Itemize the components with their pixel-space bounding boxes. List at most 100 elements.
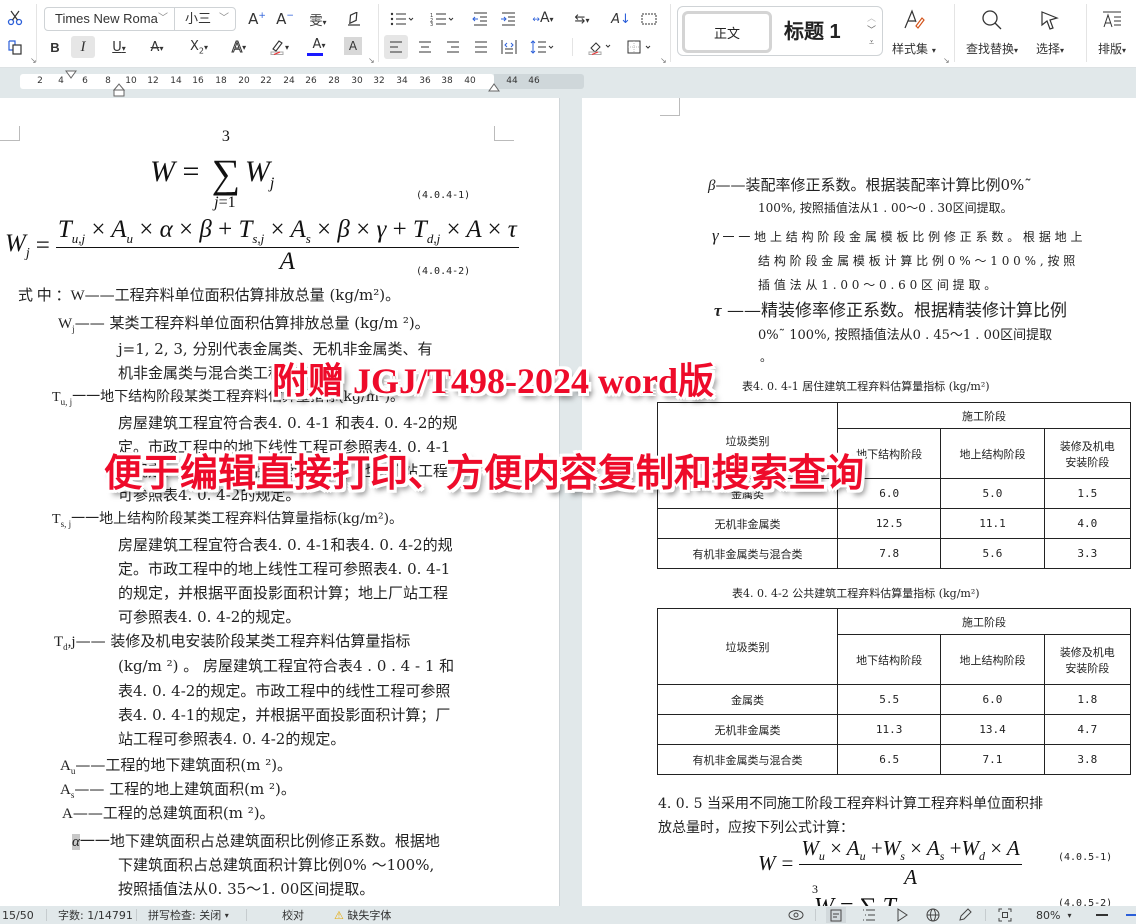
styles-launcher-icon[interactable]: ↘: [943, 56, 950, 65]
page-view-button[interactable]: [826, 907, 846, 923]
font-color-button[interactable]: A▾: [304, 36, 334, 58]
first-line-indent-marker-icon[interactable]: [65, 70, 77, 79]
paragraph-launcher-icon[interactable]: ↘: [660, 56, 667, 65]
style-gallery-scroll[interactable]: ︿ ﹀ ⩡: [867, 13, 876, 49]
layout-button[interactable]: 排版▾: [1098, 6, 1126, 57]
ruler-tick-label: 24: [283, 76, 295, 86]
select-button[interactable]: 选择▾: [1036, 6, 1064, 57]
table-row: 金属类 5.5 6.0 1.8: [657, 684, 1132, 715]
zoom-out-button[interactable]: [1096, 907, 1108, 923]
chevron-down-icon: ▾: [224, 910, 229, 920]
style-brush-icon: [904, 9, 925, 29]
align-left-button[interactable]: [384, 35, 408, 59]
numbered-list-icon: 123: [430, 13, 454, 26]
variable-symbol: α: [72, 834, 80, 850]
phonetic-guide-button[interactable]: 雯▾: [302, 8, 334, 30]
spell-check-toggle[interactable]: 拼写检查: 关闭 ▾: [148, 907, 229, 923]
clear-format-button[interactable]: [342, 8, 366, 30]
ruler-tick-label: 14: [170, 76, 182, 86]
text-effect-button[interactable]: A ▾: [224, 36, 254, 58]
numbered-list-button[interactable]: 123: [428, 8, 458, 30]
style-set-button[interactable]: 样式集 ▾: [892, 6, 936, 57]
paint-bucket-icon: [588, 42, 611, 55]
annotate-button[interactable]: [958, 907, 972, 923]
decrease-indent-button[interactable]: [470, 8, 490, 30]
definition-continuation: 下建筑面积占总建筑面积计算比例0% ～100%,: [118, 854, 434, 875]
variable-symbol: Wj: [58, 316, 75, 334]
value-cell: 7.1: [940, 744, 1045, 775]
grow-font-button[interactable]: A+: [246, 8, 268, 30]
rtl-button[interactable]: ⇆▾: [568, 8, 596, 30]
equation-number: (4.0.4-2): [416, 266, 471, 277]
definition-item: Wj—— 某类工程弃料单位面积估算排放总量 (kg/m ²)。: [58, 312, 430, 334]
shading-button[interactable]: [584, 36, 616, 58]
justify-button[interactable]: [470, 36, 492, 58]
subscript-button[interactable]: X2▾: [184, 36, 214, 58]
ruler-tick-label: 32: [373, 76, 385, 86]
italic-button[interactable]: I: [71, 36, 95, 58]
ruler-tick-label: 6: [82, 76, 88, 86]
tau-definition-cont: 0%˜ 100%, 按照插值法从0 . 45～1 . 00区间提取: [758, 328, 1053, 343]
eye-icon: [788, 910, 804, 920]
underline-button[interactable]: U▾: [104, 36, 134, 58]
zoom-slider[interactable]: [1126, 907, 1136, 923]
document-page-right[interactable]: β——装配率修正系数。根据装配率计算比例0%˜ 100%, 按照插值法从1 . …: [582, 98, 1136, 906]
ruler-tick-label: 22: [260, 76, 272, 86]
align-center-button[interactable]: [414, 36, 436, 58]
ruler-tick-label: 38: [441, 76, 453, 86]
value-cell: 1.8: [1043, 684, 1132, 715]
fit-page-button[interactable]: [998, 907, 1012, 923]
document-page-left[interactable]: W = ∑ 3 j=1 Wj (4.0.4-1) Wj = Tu,j × Au …: [0, 98, 560, 906]
status-bar: 15/50 字数: 1/14791 拼写检查: 关闭 ▾ 校对 ⚠ 缺失字体 8…: [0, 906, 1136, 924]
line-spacing-button[interactable]: [528, 36, 558, 58]
shrink-font-button[interactable]: A−: [274, 8, 296, 30]
definition-continuation: 表4. 0. 4-1的规定，并根据平面投影面积计算；厂: [118, 704, 450, 725]
font-name-dropdown[interactable]: Times New Roma ﹀: [45, 8, 175, 30]
borders-button[interactable]: [624, 36, 656, 58]
outline-view-button[interactable]: [862, 907, 876, 923]
chevron-down-icon: ﹀: [866, 26, 876, 36]
horizontal-ruler[interactable]: 2 4 6 8 10 12 14 16 18 20 22 24 26 28 30 32 34 36 38 40 44 46: [0, 69, 1136, 97]
data-table-4-0-4-2: 垃圾类别 施工阶段 地下结构阶段 地上结构阶段 装修及机电 安装阶段 金属类 5.5 6.0 1.…: [657, 608, 1132, 775]
font-size-dropdown[interactable]: 小三 ﹀: [175, 8, 235, 30]
bold-button[interactable]: B: [44, 36, 66, 58]
right-indent-marker-icon[interactable]: [488, 83, 500, 92]
bullet-list-button[interactable]: [388, 8, 418, 30]
gamma-definition: γ 一 一 地 上 结 构 阶 段 金 属 模 板 比 例 修 正 系 数 。 …: [712, 226, 1083, 245]
align-right-button[interactable]: [442, 36, 464, 58]
reading-mode-button[interactable]: [788, 907, 804, 923]
align-left-icon: [390, 41, 402, 53]
text-direction-button[interactable]: ↔A▾: [528, 7, 558, 29]
word-count[interactable]: 字数: 1/14791: [58, 907, 133, 923]
beta-definition-cont: 100%, 按照插值法从1 . 00～0 . 30区间提取。: [758, 201, 1013, 215]
sort-button[interactable]: A↓: [610, 8, 632, 30]
char-shading-button[interactable]: A: [344, 37, 362, 55]
column-header: 地上结构阶段: [940, 634, 1045, 685]
play-button[interactable]: [896, 907, 908, 923]
zoom-level-dropdown[interactable]: 80% ▾: [1036, 907, 1071, 923]
definition-continuation: 表4. 0. 4-2的规定。市政工程中的线性工程可参照: [118, 680, 450, 701]
definition-text: ——工程的总建筑面积(m ²)。: [72, 804, 275, 822]
value-cell: 5.0: [940, 478, 1045, 509]
page-indicator[interactable]: 15/50: [2, 907, 34, 923]
ruler-tick-label: 28: [328, 76, 340, 86]
hanging-indent-marker-icon[interactable]: [113, 83, 125, 97]
distribute-button[interactable]: [498, 36, 520, 58]
highlight-button[interactable]: ▾: [264, 36, 294, 58]
style-heading-1[interactable]: 标题 1: [784, 15, 841, 44]
find-replace-button[interactable]: 查找替换▾: [966, 6, 1018, 57]
missing-font-button[interactable]: ⚠ 缺失字体: [334, 907, 391, 923]
font-launcher-icon[interactable]: ↘: [368, 56, 375, 65]
table-header-row: 垃圾类别 施工阶段: [657, 402, 1131, 479]
line-spacing-icon: [530, 40, 554, 54]
show-marks-button[interactable]: [638, 8, 660, 30]
web-view-button[interactable]: [926, 907, 940, 923]
proofread-button[interactable]: 校对: [282, 907, 304, 923]
copy-button[interactable]: [4, 36, 26, 58]
strikethrough-button[interactable]: A▾: [142, 36, 172, 58]
ruler-tick-label: 18: [215, 76, 227, 86]
cut-button[interactable]: [4, 7, 26, 29]
shrink-font-icon: A−: [276, 10, 294, 28]
style-normal[interactable]: 正文: [682, 11, 772, 53]
increase-indent-button[interactable]: [498, 8, 518, 30]
